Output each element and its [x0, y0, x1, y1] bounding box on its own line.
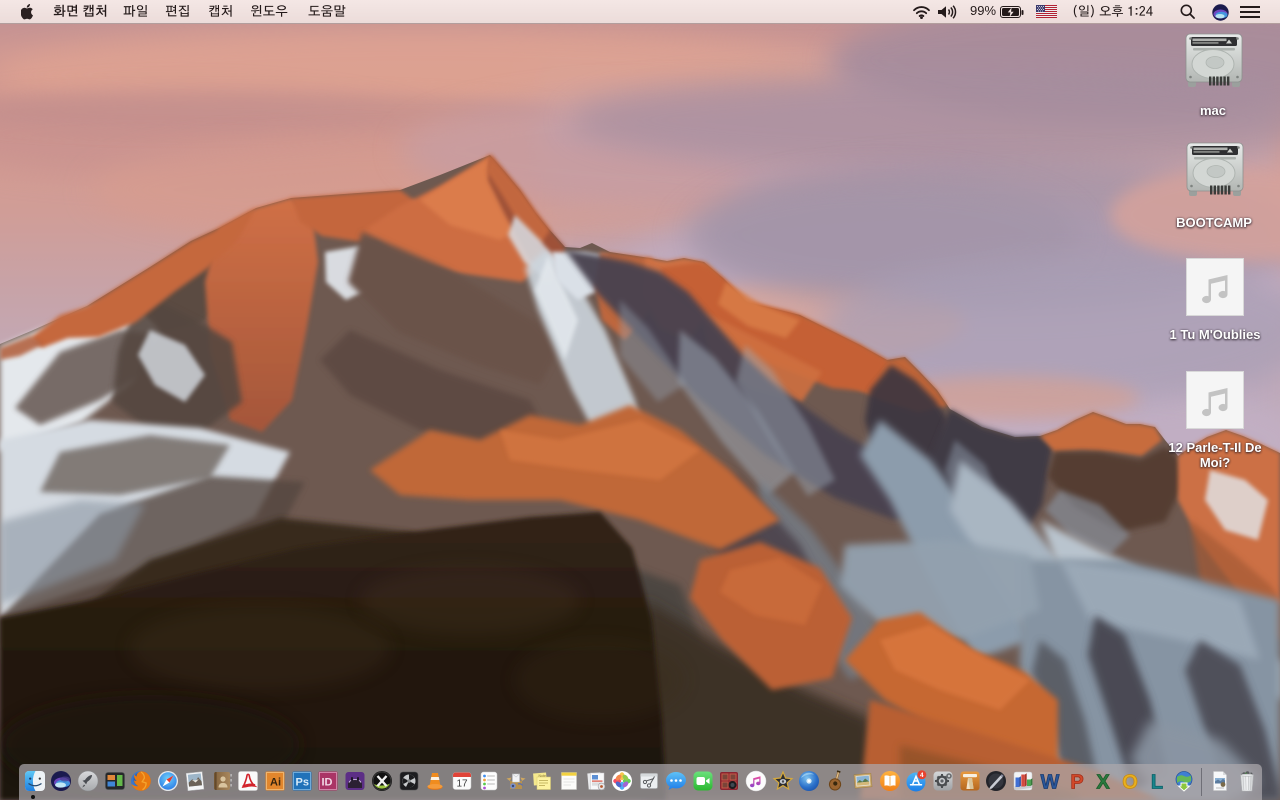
- svg-text:17: 17: [456, 779, 468, 790]
- svg-text:O: O: [1122, 772, 1138, 793]
- svg-text:4: 4: [920, 772, 924, 779]
- svg-text:W: W: [1040, 772, 1059, 793]
- svg-text:Note: Note: [539, 774, 546, 778]
- svg-text:Ps: Ps: [295, 777, 308, 789]
- svg-text:P: P: [1070, 772, 1083, 793]
- svg-text:L: L: [1151, 772, 1163, 793]
- svg-text:X: X: [1097, 772, 1111, 793]
- svg-text:Ai: Ai: [270, 777, 281, 789]
- svg-text:ID: ID: [322, 777, 333, 789]
